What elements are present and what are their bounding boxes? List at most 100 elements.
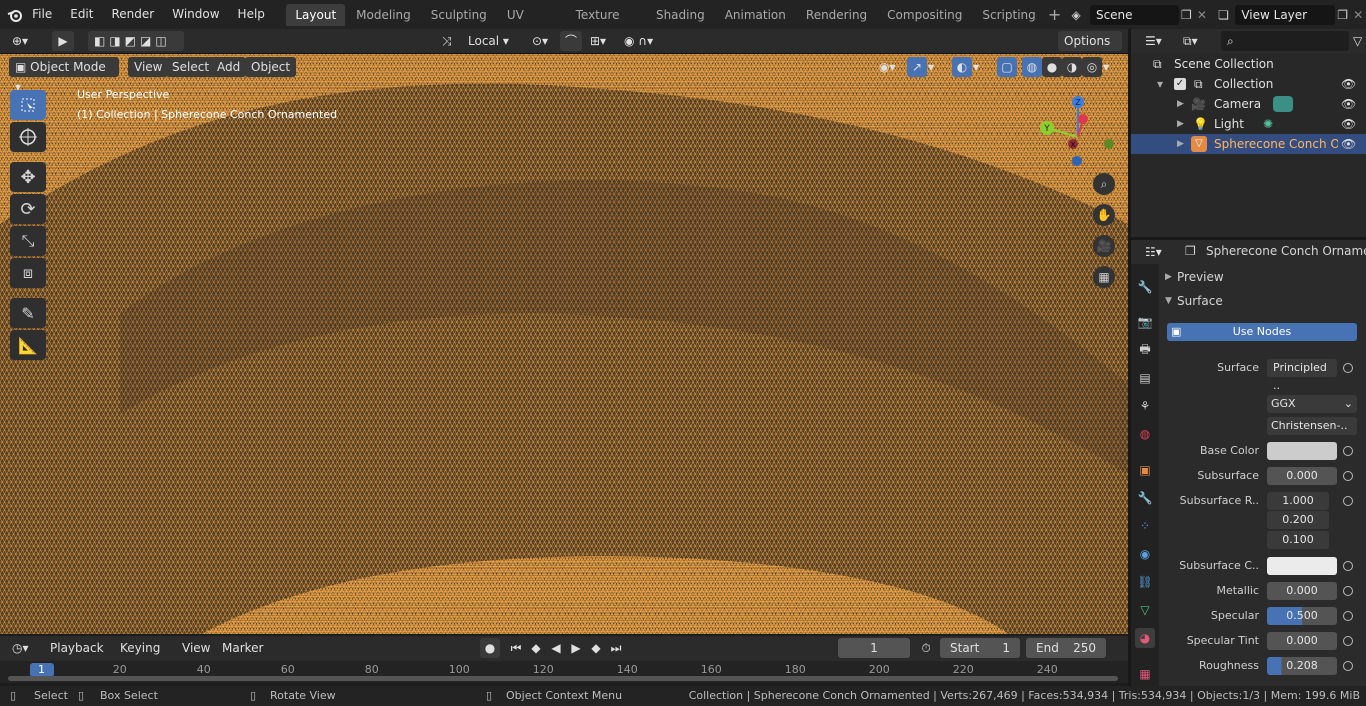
constraints-tab-icon[interactable]: ⛓ [1135,572,1155,592]
timeline-editor-type-button[interactable]: ◷▾ [6,638,38,658]
marker-menu[interactable]: Marker [216,638,269,658]
tab-rendering[interactable]: Rendering [797,4,876,26]
play-reverse-button[interactable]: ◀ [546,638,566,658]
filter-icon[interactable]: ▽ [1353,31,1366,51]
current-frame-field[interactable]: 1 [838,638,910,658]
outliner-row-light[interactable]: ▶ 💡 Light ✺ 👁 [1131,114,1366,134]
surface-link-icon[interactable] [1343,363,1353,373]
use-nodes-button[interactable]: ▣ Use Nodes [1167,323,1357,341]
preview-panel-header[interactable]: ▶ Preview [1159,270,1366,288]
new-view-layer-icon[interactable]: ❐ [1335,5,1351,25]
overlays-toggle-button[interactable]: ◐ [952,57,972,77]
menu-file[interactable]: File [23,0,61,29]
overlays-dropdown[interactable]: ▾ [973,57,989,77]
tool-tab-icon[interactable]: 🔧 [1135,277,1155,297]
prop-value-field[interactable]: 0.000 [1267,582,1337,600]
outliner-row-collection[interactable]: ▾ ✓ ⧉ Collection 👁 [1131,74,1366,94]
jump-start-button[interactable]: ⏮ [506,638,526,658]
shading-material-button[interactable]: ◑ [1062,57,1082,77]
scale-tool[interactable]: ⤡ [10,226,46,256]
prop-value-field[interactable]: 0.000 [1267,467,1337,485]
pivot-point-button[interactable]: ⊙▾ [526,31,556,51]
prop-value-field[interactable]: 0.208 [1267,657,1337,675]
scene-collection-row[interactable]: ⧉ Scene Collection [1131,54,1366,74]
rotate-tool[interactable]: ⟳ [10,194,46,224]
eye-icon[interactable]: 👁 [1341,114,1356,134]
options-dropdown[interactable]: Options ▾ [1058,31,1122,68]
navigation-gizmo[interactable]: Z Y X [1033,92,1123,182]
preview-range-icon[interactable]: ⏱ [916,638,936,658]
eye-icon[interactable]: 👁 [1341,74,1356,94]
link-socket-icon[interactable] [1343,611,1353,621]
link-socket-icon[interactable] [1343,471,1353,481]
tab-shading[interactable]: Shading [647,4,714,26]
editor-type-button[interactable]: ⊕▾ [6,31,38,51]
menu-help[interactable]: Help [229,0,274,29]
snap-target-button[interactable]: ⊞▾ [584,31,612,51]
physics-tab-icon[interactable]: ◉ [1135,544,1155,564]
prop-value-field[interactable]: 0.100 [1267,531,1329,549]
link-socket-icon[interactable] [1343,636,1353,646]
select-tool-button[interactable]: ▶ [52,31,74,51]
view-menu[interactable]: View [128,57,169,77]
orientation-dropdown[interactable]: Local ▾ [462,31,516,51]
blender-logo-icon[interactable] [6,5,23,25]
delete-view-layer-icon[interactable]: ✕ [1350,5,1366,25]
subsurface-color-swatch[interactable] [1267,557,1337,575]
view-layer-icon[interactable]: ❏ [1216,5,1232,25]
scene-tab-icon[interactable]: ⚘ [1135,396,1155,416]
checkbox-icon[interactable]: ✓ [1174,78,1186,90]
link-socket-icon[interactable] [1343,446,1353,456]
proportional-edit-button[interactable]: ◉ ∩▾ [618,31,666,51]
mode-dropdown[interactable]: ▣ Object Mode ▾ [9,57,119,94]
menu-window[interactable]: Window [163,0,228,29]
render-tab-icon[interactable]: 📷 [1135,312,1155,332]
3d-viewport[interactable]: ▣ Object Mode ▾ View Select Add Object U… [0,53,1128,634]
keying-menu[interactable]: Keying ▾ [114,638,174,675]
end-frame-field[interactable]: End 250 [1026,638,1106,658]
selection-mode-buttons[interactable]: ◧◨◩◪◫ [88,31,184,51]
tab-layout[interactable]: Layout [286,3,346,26]
xray-toggle-button[interactable]: ▢ [997,57,1017,77]
eye-icon[interactable]: 👁 [1341,94,1356,114]
transform-orientation-icon[interactable]: ⤨ [442,31,462,51]
material-tab-icon[interactable]: ◕ [1135,628,1155,648]
zoom-icon[interactable]: ⌕ [1093,173,1115,195]
link-socket-icon[interactable] [1343,586,1353,596]
output-tab-icon[interactable]: 🖶 [1135,340,1155,360]
measure-tool[interactable]: 📐 [10,330,46,360]
menu-edit[interactable]: Edit [61,0,102,29]
view-layer-tab-icon[interactable]: ▤ [1135,368,1155,388]
visibility-dropdown[interactable]: ◉▾ [873,57,903,77]
cursor-tool[interactable] [10,122,46,152]
texture-tab-icon[interactable]: ▦ [1135,664,1155,684]
tab-animation[interactable]: Animation [716,4,795,26]
outliner-row-camera[interactable]: ▶ 🎥 Camera 👁 [1131,94,1366,114]
move-tool[interactable]: ✥ [10,162,46,192]
shading-dropdown[interactable]: ▾ [1103,57,1119,77]
shading-wireframe-button[interactable]: ◍ [1022,57,1042,77]
surface-panel-header[interactable]: ▼ Surface [1159,294,1366,312]
link-socket-icon[interactable] [1343,561,1353,571]
shading-solid-button[interactable]: ● [1042,57,1062,77]
link-socket-icon[interactable] [1343,661,1353,671]
scene-field[interactable]: Scene [1089,4,1179,25]
distribution-dropdown[interactable]: GGX ⌄ [1267,395,1357,413]
tab-sculpting[interactable]: Sculpting [422,4,496,26]
subsurface-method-dropdown[interactable]: Christensen-.. [1267,417,1357,435]
select-box-tool[interactable] [10,90,46,120]
timeline-view-menu[interactable]: View [176,638,216,658]
world-tab-icon[interactable]: ◍ [1135,424,1155,444]
object-menu[interactable]: Object [245,57,297,77]
add-workspace-icon[interactable]: + [1047,5,1063,25]
timeline-ruler[interactable]: 1 20 40 60 80 100 120 140 160 180 200 220 240 [0,661,1128,683]
next-keyframe-button[interactable]: ◆ [586,638,606,658]
data-tab-icon[interactable]: ▽ [1135,600,1155,620]
outliner-editor-type-button[interactable]: ☰▾ [1139,31,1169,51]
view-layer-field[interactable]: View Layer [1235,4,1335,25]
record-button[interactable]: ● [480,638,500,658]
annotate-tool[interactable]: ✎ [10,298,46,328]
tab-compositing[interactable]: Compositing [878,4,971,26]
link-socket-icon[interactable] [1343,496,1353,506]
add-menu[interactable]: Add [211,57,247,77]
